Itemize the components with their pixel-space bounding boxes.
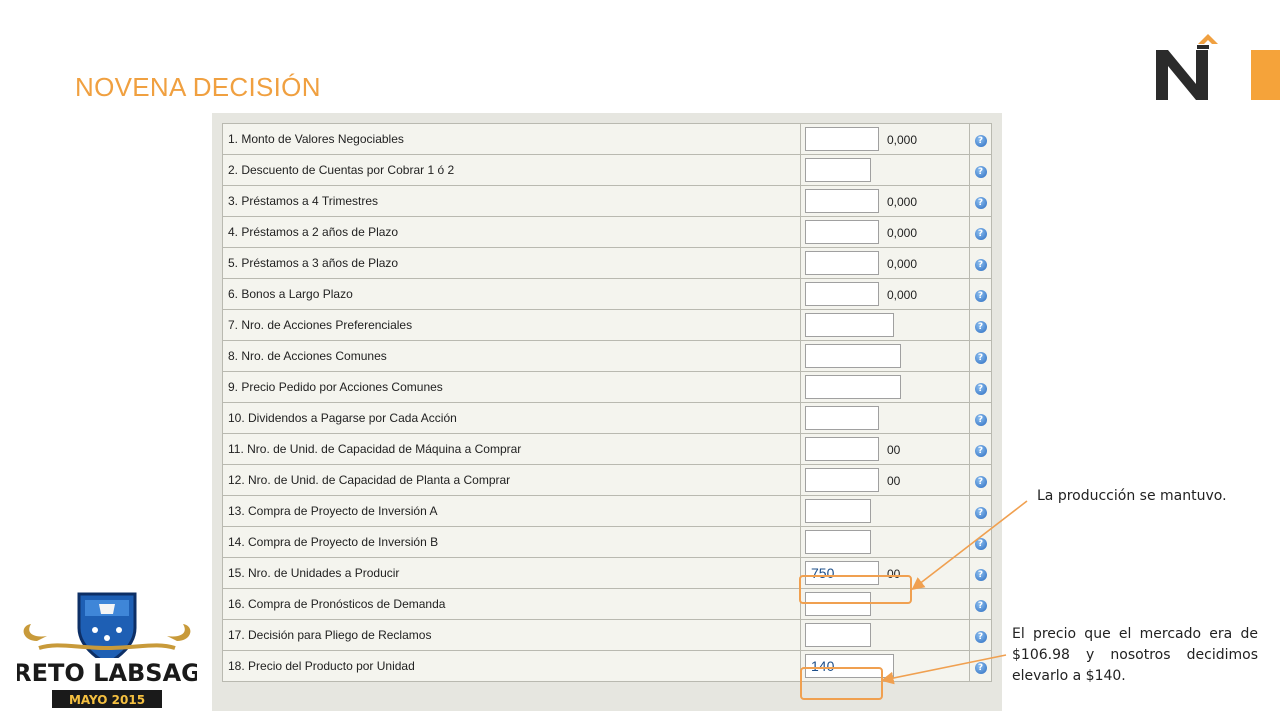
reto-labsag-badge: RETO LABSAG MAYO 2015: [17, 592, 197, 708]
badge-date: MAYO 2015: [69, 693, 145, 707]
arrow-price: [880, 654, 1007, 685]
arrow-production: [911, 500, 1028, 590]
badge-title: RETO LABSAG: [17, 659, 197, 687]
